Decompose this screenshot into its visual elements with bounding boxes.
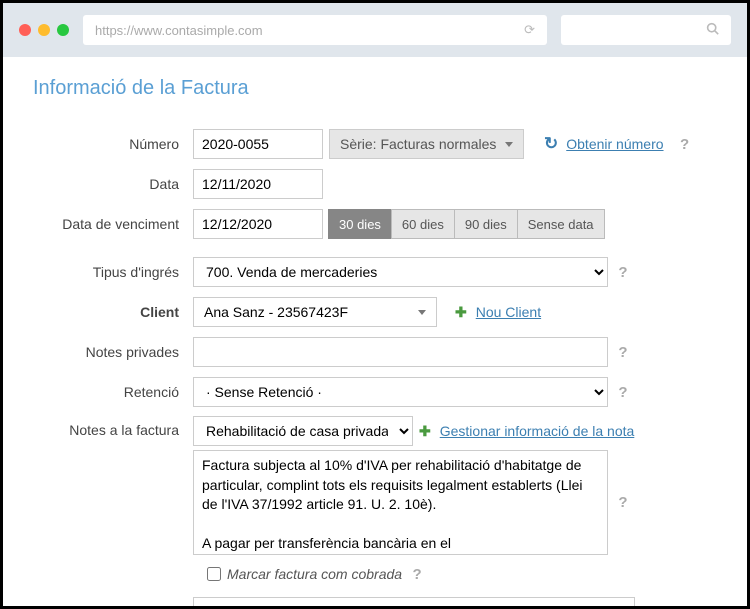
window-close-btn[interactable]: [19, 24, 31, 36]
help-icon[interactable]: ?: [614, 343, 632, 361]
serie-dropdown[interactable]: Sèrie: Facturas normales: [329, 129, 524, 159]
page-title: Informació de la Factura: [33, 77, 717, 100]
search-icon: [706, 22, 719, 38]
cobrada-label: Marcar factura com cobrada: [227, 566, 402, 582]
help-icon[interactable]: ?: [614, 263, 632, 281]
plus-icon: ✚: [455, 304, 467, 321]
plus-icon: ✚: [419, 423, 431, 440]
window-max-btn[interactable]: [57, 24, 69, 36]
numero-input[interactable]: [193, 129, 323, 159]
help-icon[interactable]: ?: [676, 135, 694, 153]
nou-client-link[interactable]: Nou Client: [476, 304, 541, 320]
retencio-select[interactable]: · Sense Retenció ·: [193, 377, 608, 407]
help-icon[interactable]: ?: [614, 494, 632, 512]
label-notes-priv: Notes privades: [33, 344, 193, 360]
btn-90dies[interactable]: 90 dies: [454, 209, 518, 239]
label-client: Client: [33, 304, 193, 320]
refresh-number-icon[interactable]: ↻: [544, 134, 558, 154]
window-titlebar: https://www.contasimple.com ⟳: [3, 3, 747, 57]
gdrive-label: Google Drive: [487, 605, 569, 609]
top-search[interactable]: [561, 15, 731, 45]
obtenir-numero-link[interactable]: Obtenir número: [566, 136, 663, 152]
address-bar[interactable]: https://www.contasimple.com ⟳: [83, 15, 547, 45]
tipus-select[interactable]: 700. Venda de mercaderies: [193, 257, 608, 287]
help-icon[interactable]: ?: [614, 383, 632, 401]
label-retencio: Retenció: [33, 384, 193, 400]
label-data: Data: [33, 176, 193, 192]
venciment-input[interactable]: [193, 209, 323, 239]
label-venciment: Data de venciment: [33, 216, 193, 232]
notes-priv-input[interactable]: [193, 337, 608, 367]
client-dropdown[interactable]: Ana Sanz - 23567423F: [193, 297, 437, 327]
btn-sensedata[interactable]: Sense data: [517, 209, 605, 239]
label-tipus: Tipus d'ingrés: [33, 264, 193, 280]
ext-text-pre: Puja la factura al teu compte de: [225, 605, 410, 609]
chevron-down-icon: [418, 310, 426, 315]
window-min-btn[interactable]: [38, 24, 50, 36]
gestionar-nota-link[interactable]: Gestionar informació de la nota: [440, 423, 635, 439]
btn-60dies[interactable]: 60 dies: [391, 209, 455, 239]
notes-textarea[interactable]: Factura subjecta al 10% d'IVA per rehabi…: [193, 450, 608, 555]
refresh-icon[interactable]: ⟳: [524, 22, 535, 38]
data-input[interactable]: [193, 169, 323, 199]
external-upload-box[interactable]: ✚ Puja la factura al teu compte de Dropb…: [193, 597, 635, 609]
client-selected: Ana Sanz - 23567423F: [204, 304, 348, 320]
cobrada-checkbox[interactable]: [207, 567, 221, 581]
chevron-down-icon: [505, 142, 513, 147]
notes-template-select[interactable]: Rehabilitació de casa privada: [193, 416, 413, 446]
help-icon[interactable]: ?: [408, 565, 426, 583]
label-numero: Número: [33, 136, 193, 152]
url-text: https://www.contasimple.com: [95, 23, 263, 38]
btn-30dies[interactable]: 30 dies: [328, 209, 392, 239]
serie-label: Sèrie: Facturas normales: [340, 136, 496, 152]
label-notes-fact: Notes a la factura: [33, 416, 193, 438]
